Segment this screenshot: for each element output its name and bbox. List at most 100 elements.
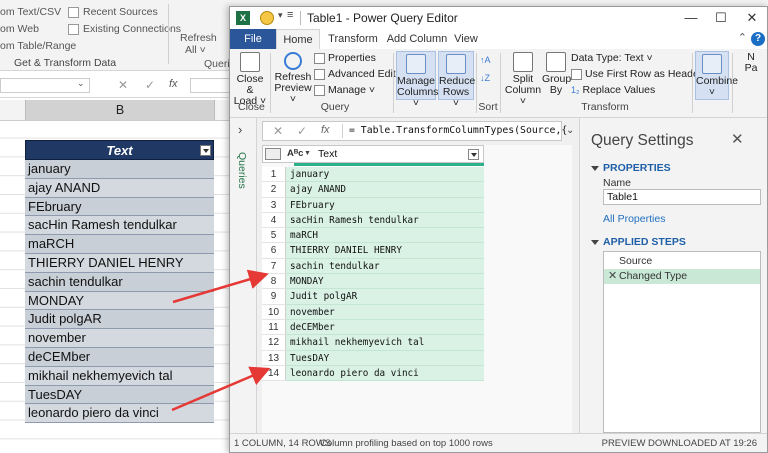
- refresh-preview-button[interactable]: Refresh Preview ˅: [274, 52, 312, 105]
- excel-table-row[interactable]: TuesDAY: [25, 385, 214, 405]
- from-web-button[interactable]: om Web: [0, 23, 39, 35]
- grid-row[interactable]: 10 november: [262, 304, 484, 320]
- row-number[interactable]: 4: [262, 212, 286, 229]
- grid-row[interactable]: 12 mikhail nekhemyevich tal: [262, 335, 484, 351]
- table-menu-icon[interactable]: [265, 148, 281, 160]
- type-dropdown-icon[interactable]: ▼: [304, 150, 311, 157]
- all-properties-link[interactable]: All Properties: [603, 213, 665, 225]
- grid-row[interactable]: 9 Judit polgAR: [262, 289, 484, 305]
- excel-table-row[interactable]: leonardo piero da vinci: [25, 404, 214, 424]
- row-number[interactable]: 1: [262, 167, 286, 183]
- grid-cell[interactable]: deCEMber: [286, 319, 484, 336]
- column-filter-icon[interactable]: [468, 149, 479, 160]
- refresh-all-button[interactable]: Refresh: [180, 32, 217, 44]
- excel-table-row[interactable]: sacHin Ramesh tendulkar: [25, 216, 214, 236]
- tab-add-column[interactable]: Add Column: [382, 29, 452, 49]
- filter-dropdown-icon[interactable]: [200, 145, 211, 156]
- excel-table-row[interactable]: deCEMber: [25, 347, 214, 367]
- tab-home[interactable]: Home: [276, 29, 320, 49]
- grid-row[interactable]: 2 ajay ANAND: [262, 182, 484, 198]
- customize-toolbar-icon[interactable]: ≡: [287, 9, 293, 21]
- grid-cell[interactable]: FEbruary: [286, 197, 484, 213]
- insert-function-icon[interactable]: fx: [169, 78, 178, 90]
- close-load-button[interactable]: Close & Load ˅: [232, 52, 268, 107]
- tab-file[interactable]: File: [230, 29, 276, 49]
- column-header-text[interactable]: Text: [318, 148, 337, 160]
- expand-formula-icon[interactable]: ⌄: [566, 125, 574, 136]
- excel-table-header[interactable]: Text: [25, 140, 214, 160]
- query-name-input[interactable]: Table1: [603, 189, 761, 205]
- grid-row[interactable]: 1 january: [262, 167, 484, 183]
- grid-cell[interactable]: january: [286, 167, 484, 183]
- properties-button[interactable]: Properties: [314, 51, 376, 65]
- step-changed-type[interactable]: ✕ Changed Type: [604, 269, 760, 284]
- feedback-smiley-icon[interactable]: [260, 11, 274, 25]
- enter-icon[interactable]: ✓: [145, 78, 155, 92]
- row-number[interactable]: 13: [262, 350, 286, 366]
- expand-queries-icon[interactable]: ›: [238, 122, 242, 137]
- grid-cell[interactable]: MONDAY: [286, 274, 484, 290]
- cancel-icon[interactable]: ✕: [273, 124, 283, 138]
- grid-row[interactable]: 4 sacHin Ramesh tendulkar: [262, 212, 484, 229]
- row-number[interactable]: 11: [262, 319, 286, 336]
- grid-cell[interactable]: leonardo piero da vinci: [286, 365, 484, 382]
- combine-button[interactable]: Combine ˅: [695, 51, 738, 100]
- group-by-button[interactable]: Group By: [542, 52, 571, 100]
- grid-row[interactable]: 6 THIERRY DANIEL HENRY: [262, 243, 484, 259]
- close-window-button[interactable]: ✕: [737, 7, 767, 29]
- grid-cell[interactable]: THIERRY DANIEL HENRY: [286, 243, 484, 259]
- row-number[interactable]: 12: [262, 335, 286, 351]
- grid-row[interactable]: 13 TuesDAY: [262, 350, 484, 366]
- excel-formula-input[interactable]: [190, 78, 230, 93]
- name-box-chevron-icon[interactable]: ⌄: [77, 78, 85, 89]
- formula-text[interactable]: = Table.TransformColumnTypes(Source,{: [349, 125, 567, 136]
- queries-pane-label[interactable]: Queries: [236, 152, 248, 189]
- parameters-button[interactable]: N Pa: [736, 52, 766, 82]
- grid-cell[interactable]: maRCH: [286, 228, 484, 244]
- manage-columns-button[interactable]: Manage Columns ˅: [396, 51, 438, 109]
- grid-row[interactable]: 11 deCEMber: [262, 319, 484, 336]
- advanced-editor-button[interactable]: Advanced Editor: [314, 67, 405, 81]
- sort-descending-button[interactable]: ↓Z: [480, 71, 490, 85]
- grid-cell[interactable]: ajay ANAND: [286, 182, 484, 198]
- row-number[interactable]: 14: [262, 365, 286, 382]
- reduce-rows-button[interactable]: Reduce Rows ˅: [438, 51, 475, 109]
- delete-step-icon[interactable]: ✕: [608, 269, 617, 284]
- tab-transform[interactable]: Transform: [322, 29, 384, 49]
- excel-table-row[interactable]: november: [25, 329, 214, 348]
- from-text-csv-button[interactable]: om Text/CSV: [0, 6, 61, 18]
- applied-steps-header[interactable]: APPLIED STEPS: [591, 236, 686, 248]
- grid-cell[interactable]: Judit polgAR: [286, 289, 484, 305]
- restore-button[interactable]: ☐: [706, 7, 736, 29]
- excel-table-row[interactable]: THIERRY DANIEL HENRY: [25, 253, 214, 273]
- confirm-icon[interactable]: ✓: [297, 124, 307, 138]
- text-type-icon[interactable]: Aᴮc: [287, 148, 303, 159]
- sort-ascending-button[interactable]: ↑A: [480, 53, 491, 67]
- column-header-b[interactable]: B: [25, 100, 215, 120]
- data-type-dropdown[interactable]: Data Type: Text ˅: [571, 51, 653, 65]
- grid-row[interactable]: 5 maRCH: [262, 228, 484, 244]
- help-icon[interactable]: ?: [751, 32, 765, 46]
- manage-button[interactable]: Manage ˅: [314, 83, 375, 97]
- recent-sources-button[interactable]: Recent Sources: [68, 6, 158, 18]
- minimize-button[interactable]: —: [676, 7, 706, 29]
- grid-cell[interactable]: sacHin Ramesh tendulkar: [286, 212, 484, 229]
- row-number[interactable]: 6: [262, 243, 286, 259]
- excel-table-row[interactable]: january: [25, 160, 214, 179]
- row-number[interactable]: 2: [262, 182, 286, 198]
- properties-section-header[interactable]: PROPERTIES: [591, 162, 671, 174]
- excel-table-row[interactable]: sachin tendulkar: [25, 272, 214, 292]
- grid-row[interactable]: 14 leonardo piero da vinci: [262, 365, 484, 382]
- grid-row[interactable]: 7 sachin tendulkar: [262, 258, 484, 275]
- grid-cell[interactable]: sachin tendulkar: [286, 258, 484, 275]
- row-number[interactable]: 7: [262, 258, 286, 275]
- row-number[interactable]: 3: [262, 197, 286, 213]
- tab-view[interactable]: View: [446, 29, 486, 49]
- from-table-range-button[interactable]: om Table/Range: [0, 40, 76, 52]
- step-source[interactable]: Source: [604, 254, 760, 269]
- row-number[interactable]: 10: [262, 304, 286, 320]
- excel-table-row[interactable]: FEbruary: [25, 197, 214, 217]
- excel-table-row[interactable]: maRCH: [25, 235, 214, 254]
- close-settings-icon[interactable]: ✕: [731, 130, 744, 148]
- refresh-all-dropdown[interactable]: All ˅: [185, 44, 206, 56]
